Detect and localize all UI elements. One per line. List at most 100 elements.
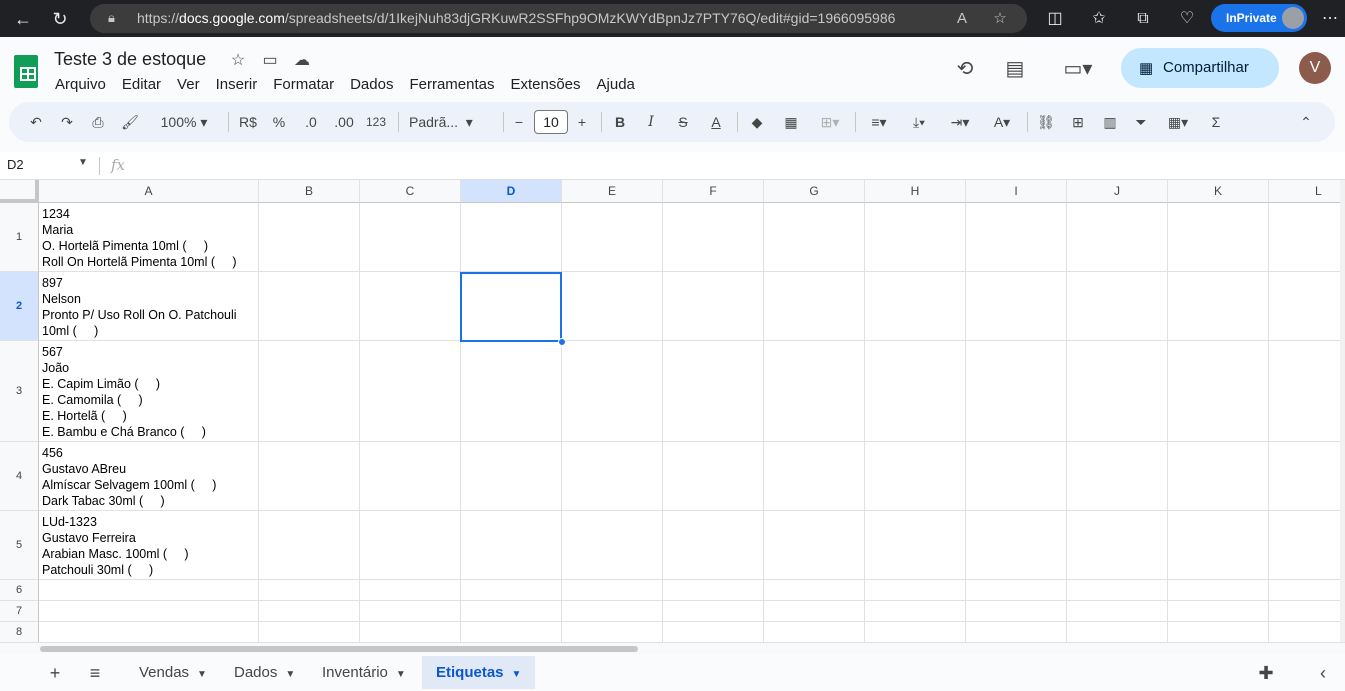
move-folder-icon[interactable]: ▭: [259, 50, 281, 72]
more-formats-button[interactable]: 123: [364, 111, 388, 133]
cloud-status-icon[interactable]: ☁: [291, 50, 313, 72]
address-bar[interactable]: 🔒︎ https://docs.google.com/spreadsheets/…: [90, 4, 1027, 33]
document-title[interactable]: Teste 3 de estoque: [54, 49, 206, 70]
spreadsheet-grid[interactable]: A B C D E F G H I J K L 1 2 3 4 5 6 7 8 …: [0, 180, 1340, 642]
insert-link-icon[interactable]: ⛓: [1035, 111, 1057, 133]
back-icon[interactable]: ←: [10, 6, 36, 32]
row-header-7[interactable]: 7: [0, 601, 39, 622]
collections-icon[interactable]: ⧉: [1131, 7, 1155, 31]
star-icon[interactable]: ☆: [227, 50, 249, 72]
menu-editar[interactable]: Editar: [122, 76, 161, 93]
split-screen-icon[interactable]: ◫: [1043, 7, 1067, 31]
redo-icon[interactable]: ↷: [56, 111, 78, 133]
cell-a1[interactable]: 1234 Maria O. Hortelã Pimenta 10ml ( ) R…: [42, 206, 237, 270]
functions-icon[interactable]: Σ: [1205, 111, 1227, 133]
currency-format-button[interactable]: R$: [236, 111, 260, 133]
paint-format-icon[interactable]: 🖌︎: [119, 111, 141, 133]
sheets-logo-icon[interactable]: [14, 55, 38, 88]
font-select[interactable]: Padrã... ▾: [409, 111, 491, 133]
column-header-l[interactable]: L: [1269, 180, 1340, 203]
version-history-icon[interactable]: ⟲: [952, 56, 978, 82]
vertical-scrollbar[interactable]: [1340, 180, 1345, 642]
column-header-j[interactable]: J: [1067, 180, 1168, 203]
menu-ajuda[interactable]: Ajuda: [597, 76, 635, 93]
column-header-f[interactable]: F: [663, 180, 764, 203]
zoom-select[interactable]: 100% ▾: [151, 111, 217, 133]
name-box[interactable]: D2: [7, 157, 24, 172]
undo-icon[interactable]: ↶: [25, 111, 47, 133]
text-wrapping-icon[interactable]: ⇥▾: [944, 111, 976, 133]
strikethrough-icon[interactable]: S: [673, 111, 693, 133]
borders-icon[interactable]: ▦: [780, 111, 802, 133]
name-box-dropdown-icon[interactable]: ▼: [78, 157, 88, 168]
font-size-input[interactable]: 10: [534, 110, 568, 134]
cell-a4[interactable]: 456 Gustavo ABreu Almíscar Selvagem 100m…: [42, 445, 216, 509]
print-icon[interactable]: ⎙: [87, 111, 109, 133]
row-header-4[interactable]: 4: [0, 442, 39, 511]
select-all-corner[interactable]: [0, 180, 39, 203]
column-header-h[interactable]: H: [865, 180, 966, 203]
horizontal-scroll-thumb[interactable]: [40, 646, 638, 652]
cell-a3[interactable]: 567 João E. Capim Limão ( ) E. Camomila …: [42, 344, 206, 440]
account-avatar[interactable]: V: [1299, 52, 1331, 84]
vertical-align-icon[interactable]: ⤓▾: [903, 111, 935, 133]
insert-comment-icon[interactable]: ⊞: [1067, 111, 1089, 133]
row-header-6[interactable]: 6: [0, 580, 39, 601]
cell-a2[interactable]: 897 Nelson Pronto P/ Uso Roll On O. Patc…: [42, 275, 237, 339]
explore-icon[interactable]: ✚: [1255, 662, 1277, 684]
row-header-2[interactable]: 2: [0, 272, 39, 341]
merge-cells-icon[interactable]: ⊞▾: [813, 111, 847, 133]
decrease-font-icon[interactable]: −: [509, 111, 529, 133]
favorite-star-icon[interactable]: ☆: [990, 9, 1010, 29]
tab-vendas[interactable]: Vendas ▼: [125, 656, 221, 689]
cell-a5[interactable]: LUd-1323 Gustavo Ferreira Arabian Masc. …: [42, 514, 189, 578]
meet-icon[interactable]: ▭▾: [1058, 56, 1098, 82]
tab-etiquetas[interactable]: Etiquetas ▼: [422, 656, 536, 689]
menu-formatar[interactable]: Formatar: [273, 76, 334, 93]
browser-health-icon[interactable]: ♡: [1175, 7, 1199, 31]
collapse-menus-icon[interactable]: ⌃: [1295, 111, 1317, 133]
column-header-a[interactable]: A: [39, 180, 259, 203]
inprivate-badge[interactable]: InPrivate: [1211, 4, 1307, 32]
row-header-1[interactable]: 1: [0, 203, 39, 272]
row-header-3[interactable]: 3: [0, 341, 39, 442]
share-button[interactable]: ▦ Compartilhar: [1121, 48, 1279, 88]
row-header-5[interactable]: 5: [0, 511, 39, 580]
all-sheets-icon[interactable]: ≡: [84, 662, 106, 684]
column-header-b[interactable]: B: [259, 180, 360, 203]
column-header-e[interactable]: E: [562, 180, 663, 203]
column-header-g[interactable]: G: [764, 180, 865, 203]
horizontal-align-icon[interactable]: ≡▾: [863, 111, 895, 133]
add-sheet-icon[interactable]: +: [44, 662, 66, 684]
menu-ferramentas[interactable]: Ferramentas: [409, 76, 494, 93]
tab-inventario[interactable]: Inventário ▼: [308, 656, 420, 689]
insert-chart-icon[interactable]: ▥: [1099, 111, 1121, 133]
decrease-decimal-button[interactable]: .0: [299, 111, 323, 133]
italic-icon[interactable]: I: [641, 111, 661, 133]
comments-icon[interactable]: ▤: [1002, 56, 1028, 82]
tab-dados[interactable]: Dados ▼: [220, 656, 309, 689]
menu-extensoes[interactable]: Extensões: [510, 76, 580, 93]
bold-icon[interactable]: B: [610, 111, 630, 133]
favorites-icon[interactable]: ✩: [1087, 7, 1111, 31]
menu-ver[interactable]: Ver: [177, 76, 200, 93]
percent-format-button[interactable]: %: [268, 111, 290, 133]
horizontal-scrollbar[interactable]: [0, 642, 1345, 654]
collapse-side-panel-icon[interactable]: ‹: [1312, 662, 1334, 684]
table-view-icon[interactable]: ▦▾: [1161, 111, 1195, 133]
menu-arquivo[interactable]: Arquivo: [55, 76, 106, 93]
column-header-i[interactable]: I: [966, 180, 1067, 203]
read-aloud-icon[interactable]: A: [952, 9, 972, 29]
text-color-icon[interactable]: A: [705, 111, 727, 133]
selected-cell-d2[interactable]: [460, 272, 562, 342]
menu-inserir[interactable]: Inserir: [216, 76, 258, 93]
fill-handle[interactable]: [558, 338, 566, 346]
column-header-k[interactable]: K: [1168, 180, 1269, 203]
row-header-8[interactable]: 8: [0, 622, 39, 642]
fill-color-icon[interactable]: ◆: [746, 111, 768, 133]
menu-dados[interactable]: Dados: [350, 76, 393, 93]
filter-icon[interactable]: ⏷: [1130, 111, 1152, 133]
column-header-d[interactable]: D: [461, 180, 562, 203]
text-rotation-icon[interactable]: A▾: [986, 111, 1018, 133]
increase-decimal-button[interactable]: .00: [331, 111, 357, 133]
